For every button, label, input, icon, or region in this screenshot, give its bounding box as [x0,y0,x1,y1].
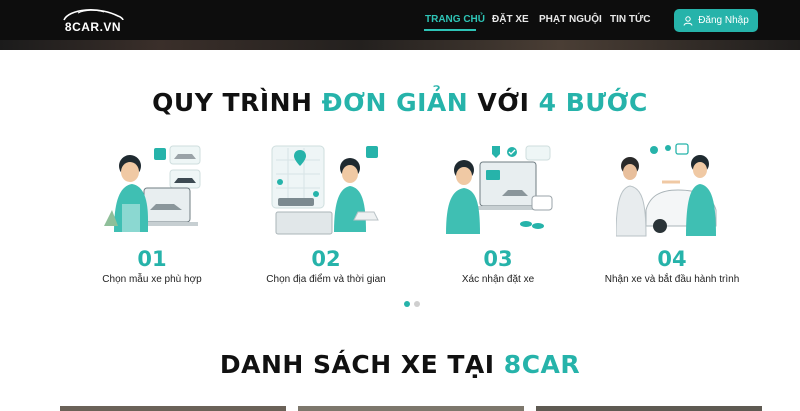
step-number: 01 [137,247,167,271]
step-number: 02 [311,247,341,271]
nav-active-indicator [424,29,476,31]
hero-banner-bottom [0,40,800,50]
login-button[interactable]: Đăng Nhập [674,9,758,32]
carousel-dot-2[interactable] [414,301,420,307]
step-label: Xác nhận đặt xe [461,274,535,285]
step-label: Nhận xe và bắt đầu hành trình [604,274,740,285]
title-text: DANH SÁCH XE TẠI [219,350,504,379]
title-accent: ĐƠN GIẢN [321,88,469,117]
nav-traffic-fines[interactable]: PHẠT NGUỘI [539,14,602,25]
logo-text: 8CAR.VN [64,20,122,34]
location-time-illustration [270,140,382,240]
nav-news[interactable]: TIN TỨC [610,14,651,25]
car-card-3-image[interactable] [536,406,762,411]
receive-car-illustration [616,140,728,240]
car-card-2-image[interactable] [298,406,524,411]
step-label: Chọn mẫu xe phù hợp [102,274,202,285]
process-section-title: QUY TRÌNH ĐƠN GIẢN VỚI 4 BƯỚC [0,88,800,117]
title-text: VỚI [468,88,539,117]
car-card-1-image[interactable] [60,406,286,411]
nav-home[interactable]: TRANG CHỦ [425,14,485,25]
logo[interactable]: 8CAR.VN [60,7,126,35]
login-label: Đăng Nhập [698,15,749,26]
title-accent: 4 BƯỚC [538,88,648,117]
user-icon [683,15,693,26]
carousel-pagination [404,301,420,307]
choose-car-illustration [96,140,208,240]
nav-book-car[interactable]: ĐẶT XE [492,14,529,25]
title-accent: 8CAR [503,350,581,379]
step-number: 04 [657,247,687,271]
title-text: QUY TRÌNH [152,88,322,117]
step-label: Chọn địa điểm và thời gian [266,274,386,285]
step-number: 03 [483,247,513,271]
top-navbar: 8CAR.VN TRANG CHỦ ĐẶT XE PHẠT NGUỘI TIN … [0,0,800,40]
car-list-section-title: DANH SÁCH XE TẠI 8CAR [0,350,800,379]
carousel-dot-1[interactable] [404,301,410,307]
confirm-booking-illustration [442,140,554,240]
